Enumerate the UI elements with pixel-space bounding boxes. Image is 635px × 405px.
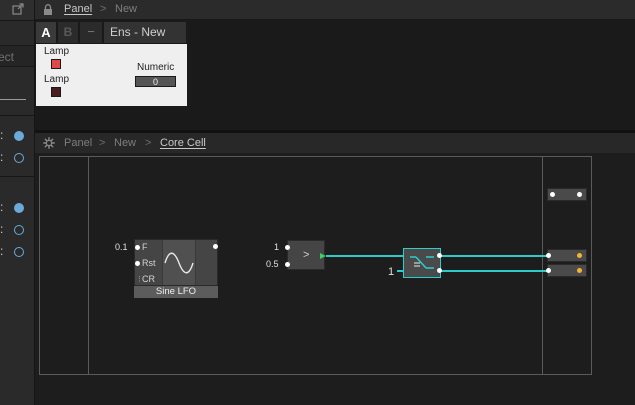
lfo-waveform-display [162,240,196,285]
switch-output-port-2[interactable] [437,268,442,273]
lfo-reset-port[interactable] [135,261,140,266]
lfo-freq-constant[interactable]: 0.1 [115,242,128,252]
output-terminal-2-indicator [577,268,582,273]
sine-wave-icon [164,252,194,274]
switch-constant[interactable]: 1 [388,266,394,278]
compare-input-b-port[interactable] [285,262,290,267]
output-terminal-1-indicator [577,253,582,258]
lfo-output-port[interactable] [213,244,218,249]
output-terminal-port[interactable] [550,192,555,197]
lfo-port-rst: Rst [142,258,156,268]
compare-symbol: > [303,249,310,261]
output-terminal-2-input-port[interactable] [546,268,551,273]
compare-constant-a[interactable]: 1 [274,242,279,252]
compare-constant-b[interactable]: 0.5 [266,259,279,269]
wires-layer [326,255,549,272]
switch-module[interactable] [403,248,441,278]
compare-output-triangle-icon[interactable] [319,252,327,260]
output-terminal-1-input-port[interactable] [546,253,551,258]
lfo-freq-port[interactable] [135,245,140,250]
compare-input-a-port[interactable] [285,245,290,250]
lfo-label: Sine LFO [134,286,218,298]
switch-output-port-1[interactable] [437,253,442,258]
switch-icon [410,256,434,269]
lfo-port-f: F [142,242,148,252]
lfo-port-cr: CR [142,274,155,284]
output-terminal-port[interactable] [577,192,582,197]
